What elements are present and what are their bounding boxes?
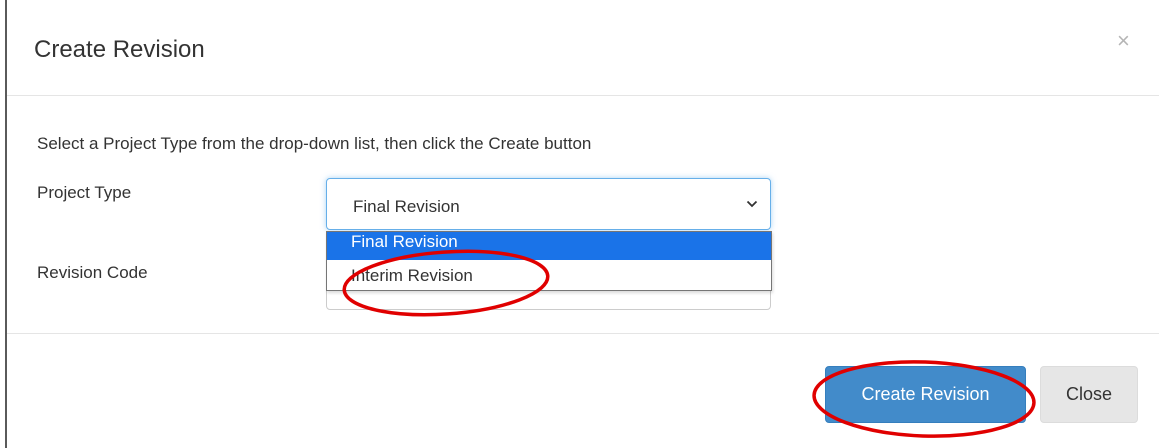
project-type-label: Project Type xyxy=(37,183,132,202)
modal-header: Create Revision xyxy=(7,0,1159,96)
footer-divider xyxy=(7,333,1159,334)
create-revision-modal: Create Revision × Select a Project Type … xyxy=(0,0,1159,448)
revision-code-label: Revision Code xyxy=(37,263,148,282)
close-button[interactable]: Close xyxy=(1040,366,1138,423)
modal-title: Create Revision xyxy=(34,36,205,63)
close-icon[interactable]: × xyxy=(1117,30,1130,52)
instruction-text: Select a Project Type from the drop-down… xyxy=(37,134,592,153)
project-type-dropdown-list: Final Revision Interim Revision xyxy=(326,231,772,291)
create-revision-button[interactable]: Create Revision xyxy=(825,366,1026,423)
dropdown-option-final-revision[interactable]: Final Revision xyxy=(327,232,771,260)
project-type-selected-value: Final Revision xyxy=(353,197,460,216)
chevron-down-icon xyxy=(746,200,758,208)
dropdown-option-interim-revision[interactable]: Interim Revision xyxy=(327,262,771,290)
project-type-select[interactable]: Final Revision xyxy=(326,178,771,230)
